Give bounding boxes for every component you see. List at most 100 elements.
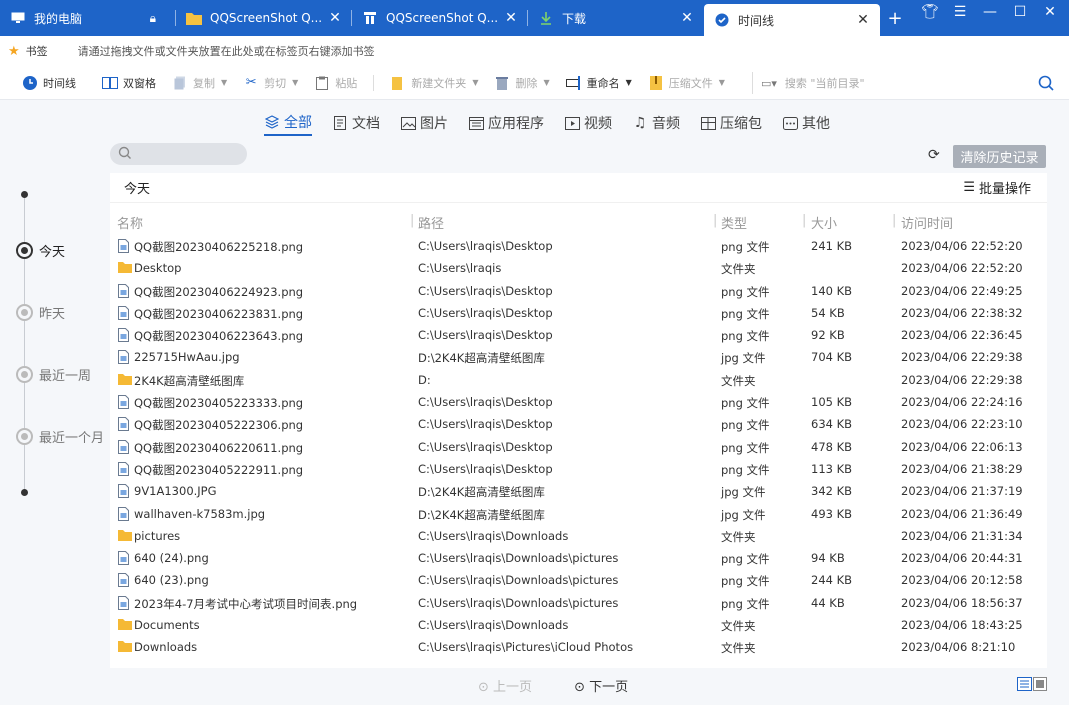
chevron-down-icon[interactable]: ▼ xyxy=(543,78,549,87)
window-controls: 👕︎ ☰ — ☐ ✕ xyxy=(917,0,1063,24)
pagination: ⊙ 上一页 ⊙ 下一页 xyxy=(478,676,628,695)
table-row[interactable]: 9V1A1300.JPG D:\2K4K超高清壁纸图库 jpg 文件 342 KB 20… xyxy=(110,480,1047,502)
tab-qqscreenshot-2[interactable]: QQScreenShot Q... ✕ xyxy=(352,0,528,36)
clear-history-button[interactable]: 清除历史记录 xyxy=(953,145,1046,168)
filter-archives[interactable]: 压缩包 xyxy=(700,110,762,136)
prev-page-button[interactable]: ⊙ 上一页 xyxy=(478,676,532,695)
new-folder-button[interactable]: 新建文件夹 ▼ xyxy=(390,75,478,91)
table-row[interactable]: Downloads C:\Users\lraqis\Pictures\iCloud… xyxy=(110,636,1047,658)
cut-button[interactable]: ✂ 剪切 ▼ xyxy=(243,75,299,91)
chevron-down-icon[interactable]: ▼ xyxy=(719,78,725,87)
table-row[interactable]: QQ截图20230406223831.png C:\Users\lraqis\De… xyxy=(110,302,1047,324)
timeline-button[interactable]: 时间线 xyxy=(22,75,76,91)
table-row[interactable]: QQ截图20230406224923.png C:\Users\lraqis\De… xyxy=(110,280,1047,302)
chevron-down-icon[interactable]: ▼ xyxy=(472,78,478,87)
file-size: 241 KB xyxy=(811,239,853,253)
close-icon[interactable]: ✕ xyxy=(504,10,518,26)
filter-documents[interactable]: 文档 xyxy=(332,110,380,136)
folder-blue-icon xyxy=(362,10,378,26)
filter-audio[interactable]: ♫ 音频 xyxy=(632,110,680,136)
menu-icon[interactable]: ☰ xyxy=(947,0,973,24)
paste-button[interactable]: 粘贴 xyxy=(314,75,357,91)
timeline-last-month[interactable]: 最近一个月 xyxy=(16,427,104,446)
table-row[interactable]: QQ截图20230406220611.png C:\Users\lraqis\De… xyxy=(110,436,1047,458)
file-size: 244 KB xyxy=(811,573,853,588)
folder-icon xyxy=(186,10,202,26)
maximize-button[interactable]: ☐ xyxy=(1007,0,1033,24)
filter-label: 图片 xyxy=(420,116,448,132)
table-row[interactable]: 640 (24).png C:\Users\lraqis\Downloads\pi… xyxy=(110,547,1047,569)
table-row[interactable]: Documents C:\Users\lraqis\Downloads 文件夹 202… xyxy=(110,614,1047,636)
table-row[interactable]: 640 (23).png C:\Users\lraqis\Downloads\pi… xyxy=(110,569,1047,591)
table-row[interactable]: wallhaven-k7583m.jpg D:\2K4K超高清壁纸图库 jpg 文件… xyxy=(110,503,1047,525)
tab-downloads[interactable]: 下载 ✕ xyxy=(528,0,704,36)
minimize-button[interactable]: — xyxy=(977,0,1003,24)
close-icon[interactable]: ✕ xyxy=(328,10,342,26)
table-row[interactable]: 2023年4-7月考试中心考试项目时间表.png C:\Users\lraqis\… xyxy=(110,592,1047,614)
file-rows: QQ截图20230406225218.png C:\Users\lraqis\De… xyxy=(110,235,1047,659)
table-row[interactable]: pictures C:\Users\lraqis\Downloads 文件夹 2023… xyxy=(110,525,1047,547)
filter-images[interactable]: 图片 xyxy=(400,110,448,136)
filter-videos[interactable]: 视频 xyxy=(564,110,612,136)
filter-all[interactable]: 全部 xyxy=(264,110,312,136)
table-row[interactable]: QQ截图20230405222911.png C:\Users\lraqis\De… xyxy=(110,458,1047,480)
search-icon[interactable] xyxy=(1038,75,1054,94)
table-row[interactable]: QQ截图20230405222306.png C:\Users\lraqis\De… xyxy=(110,413,1047,435)
new-tab-button[interactable]: + xyxy=(880,0,910,36)
clipboard-icon xyxy=(314,75,330,91)
close-window-button[interactable]: ✕ xyxy=(1037,0,1063,24)
table-row[interactable]: QQ截图20230406225218.png C:\Users\lraqis\De… xyxy=(110,235,1047,257)
search-input[interactable]: ▭▾ 搜索 "当前目录" xyxy=(752,72,1060,94)
timeline-button-label: 时间线 xyxy=(43,76,76,90)
chevron-down-icon[interactable]: ▼ xyxy=(221,78,227,87)
file-time: 2023/04/06 22:38:32 xyxy=(901,305,1023,320)
chevron-down-icon[interactable]: ▼ xyxy=(292,78,298,87)
copy-button[interactable]: 复制 ▼ xyxy=(172,75,227,91)
table-row[interactable]: 2K4K超高清壁纸图库 D: 文件夹 2023/04/06 22:29:38 xyxy=(110,369,1047,391)
scissors-icon: ✂ xyxy=(245,75,257,90)
tab-qqscreenshot-1[interactable]: QQScreenShot Q... ✕ xyxy=(176,0,352,36)
dual-pane-button[interactable]: 双窗格 xyxy=(102,75,156,91)
timeline-node-icon xyxy=(16,242,33,259)
column-size[interactable]: 大小 xyxy=(811,213,837,232)
copy-icon xyxy=(172,75,188,91)
column-type[interactable]: 类型 xyxy=(721,213,747,232)
rename-button[interactable]: 重命名 ▼ xyxy=(565,75,632,91)
table-row[interactable]: Desktop C:\Users\lraqis 文件夹 2023/04/06 22:5… xyxy=(110,257,1047,279)
file-name: 225715HwAau.jpg xyxy=(134,350,240,365)
timeline-last-week[interactable]: 最近一周 xyxy=(16,365,91,384)
close-icon[interactable]: ✕ xyxy=(856,12,870,28)
next-page-button[interactable]: ⊙ 下一页 xyxy=(574,676,628,695)
history-search-input[interactable] xyxy=(110,143,247,165)
filter-applications[interactable]: 应用程序 xyxy=(468,110,544,136)
star-icon: ★ xyxy=(8,43,20,59)
compress-button[interactable]: 压缩文件 ▼ xyxy=(648,75,725,91)
close-icon[interactable]: ✕ xyxy=(680,10,694,26)
batch-operation-button[interactable]: ☰ 批量操作 xyxy=(963,178,1031,197)
timeline-today[interactable]: 今天 xyxy=(16,241,65,260)
table-row[interactable]: QQ截图20230406223643.png C:\Users\lraqis\De… xyxy=(110,324,1047,346)
bookmark-label[interactable]: 书签 xyxy=(26,43,48,59)
tab-my-computer[interactable]: 我的电脑 🔒︎ xyxy=(0,0,176,36)
table-row[interactable]: QQ截图20230405223333.png C:\Users\lraqis\De… xyxy=(110,391,1047,413)
chevron-down-icon[interactable]: ▼ xyxy=(626,78,632,87)
file-time: 2023/04/06 20:12:58 xyxy=(901,573,1023,588)
delete-button[interactable]: 删除 ▼ xyxy=(494,75,550,91)
timeline-start-dot xyxy=(21,191,28,198)
view-mode-icon[interactable]: ▭▾ xyxy=(761,77,777,90)
column-time[interactable]: 访问时间 xyxy=(901,213,953,232)
column-path[interactable]: 路径 xyxy=(418,213,444,232)
tab-timeline[interactable]: 时间线 ✕ xyxy=(704,4,880,36)
table-row[interactable]: 225715HwAau.jpg D:\2K4K超高清壁纸图库 jpg 文件 704 K… xyxy=(110,346,1047,368)
search-icon xyxy=(118,146,132,163)
skin-icon[interactable]: 👕︎ xyxy=(917,0,943,24)
refresh-icon[interactable]: ⟳ xyxy=(928,147,940,163)
thumbnail-view-icon[interactable] xyxy=(1017,677,1047,691)
image-icon xyxy=(400,115,416,131)
filter-other[interactable]: 其他 xyxy=(782,110,830,136)
file-name: Downloads xyxy=(134,640,198,655)
file-type: jpg 文件 xyxy=(721,507,766,522)
column-name[interactable]: 名称 xyxy=(117,213,143,232)
timeline-yesterday[interactable]: 昨天 xyxy=(16,303,65,322)
folder-icon xyxy=(118,618,132,632)
